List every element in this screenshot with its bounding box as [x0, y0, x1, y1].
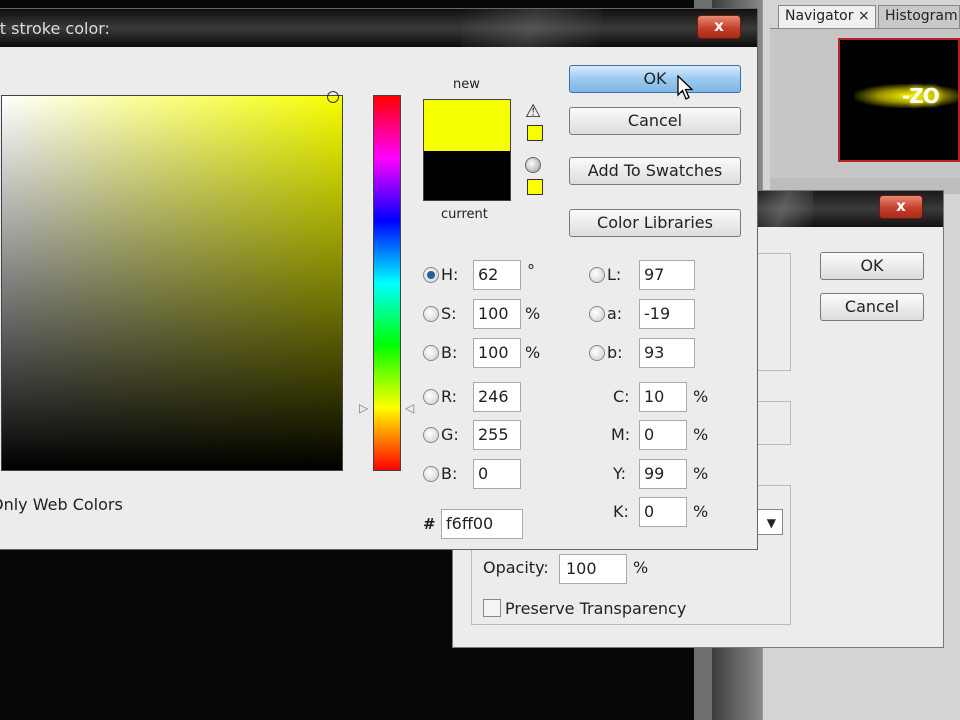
magenta-label: M:	[611, 425, 631, 444]
hue-input[interactable]: 62	[473, 260, 521, 290]
ok-button[interactable]: OK	[569, 65, 741, 93]
red-label: R:	[441, 387, 458, 406]
lightness-input[interactable]: 97	[639, 260, 695, 290]
radio-red[interactable]	[423, 389, 439, 405]
saturation-label: S:	[441, 304, 457, 323]
radio-saturation[interactable]	[423, 306, 439, 322]
green-label: G:	[441, 425, 459, 444]
radio-b[interactable]	[589, 345, 605, 361]
magenta-unit: %	[693, 425, 709, 444]
brightness-input[interactable]: 100	[473, 338, 521, 368]
new-color-swatch	[423, 99, 511, 151]
preview-text: -ZO	[902, 84, 940, 108]
saturation-unit: %	[525, 304, 541, 323]
new-color-label: new	[453, 77, 480, 92]
gamut-warning-swatch[interactable]	[527, 125, 543, 141]
only-web-colors-label[interactable]: Only Web Colors	[0, 495, 123, 514]
arrow-cursor-icon	[677, 74, 695, 105]
picker-close-button[interactable]: x	[697, 15, 741, 39]
tab-navigator[interactable]: Navigator ×	[778, 5, 876, 29]
saturation-brightness-field[interactable]	[1, 95, 343, 471]
b-input[interactable]: 93	[639, 338, 695, 368]
cyan-input[interactable]: 10	[639, 382, 687, 412]
radio-blue[interactable]	[423, 466, 439, 482]
yellow-unit: %	[693, 464, 709, 483]
picker-title: ct stroke color:	[0, 19, 110, 38]
stroke-close-button[interactable]: x	[879, 195, 923, 219]
web-cube-icon[interactable]	[525, 157, 541, 173]
hue-slider[interactable]	[373, 95, 401, 471]
green-input[interactable]: 255	[473, 420, 521, 450]
stroke-cancel-button[interactable]: Cancel	[820, 293, 924, 321]
yellow-input[interactable]: 99	[639, 459, 687, 489]
hue-label: H:	[441, 265, 459, 284]
cancel-button[interactable]: Cancel	[569, 107, 741, 135]
brightness-unit: %	[525, 343, 541, 362]
preserve-transparency-checkbox[interactable]	[483, 599, 501, 617]
opacity-input[interactable]: 100	[559, 554, 627, 584]
saturation-input[interactable]: 100	[473, 299, 521, 329]
black-unit: %	[693, 502, 709, 521]
black-input[interactable]: 0	[639, 497, 687, 527]
navigator-preview[interactable]: -ZO	[838, 38, 960, 162]
radio-a[interactable]	[589, 306, 605, 322]
preserve-transparency-label: Preserve Transparency	[505, 599, 687, 618]
picker-titlebar[interactable]: ct stroke color:	[0, 9, 757, 47]
current-color-label: current	[441, 207, 488, 222]
warning-triangle-icon[interactable]: ⚠	[525, 101, 541, 122]
lightness-label: L:	[607, 265, 622, 284]
cyan-label: C:	[613, 387, 630, 406]
yellow-label: Y:	[613, 464, 627, 483]
radio-green[interactable]	[423, 427, 439, 443]
hue-unit: °	[527, 261, 535, 280]
radio-brightness[interactable]	[423, 345, 439, 361]
color-libraries-button[interactable]: Color Libraries	[569, 209, 741, 237]
stroke-ok-button[interactable]: OK	[820, 252, 924, 280]
hex-label: #	[423, 515, 436, 533]
opacity-label: Opacity:	[483, 558, 549, 577]
color-picker-dialog: ct stroke color: x ▷ ◁ new current ⚠ OK …	[0, 8, 758, 550]
cyan-unit: %	[693, 387, 709, 406]
a-input[interactable]: -19	[639, 299, 695, 329]
color-field-marker[interactable]	[327, 91, 339, 103]
opacity-unit: %	[633, 558, 649, 577]
brightness-label: B:	[441, 343, 458, 362]
add-to-swatches-button[interactable]: Add To Swatches	[569, 157, 741, 185]
b-label: b:	[607, 343, 623, 362]
web-safe-swatch[interactable]	[527, 179, 543, 195]
radio-lightness[interactable]	[589, 267, 605, 283]
red-input[interactable]: 246	[473, 382, 521, 412]
a-label: a:	[607, 304, 623, 323]
radio-hue[interactable]	[423, 267, 439, 283]
current-color-swatch[interactable]	[423, 151, 511, 201]
hue-slider-left-handle-icon[interactable]: ▷	[359, 401, 368, 415]
black-label: K:	[613, 502, 629, 521]
chevron-down-icon: ▼	[766, 516, 776, 530]
blue-label: B:	[441, 464, 458, 483]
hue-slider-right-handle-icon[interactable]: ◁	[405, 401, 414, 415]
tab-histogram[interactable]: Histogram	[878, 5, 960, 29]
magenta-input[interactable]: 0	[639, 420, 687, 450]
blue-input[interactable]: 0	[473, 459, 521, 489]
hex-input[interactable]: f6ff00	[441, 509, 523, 539]
